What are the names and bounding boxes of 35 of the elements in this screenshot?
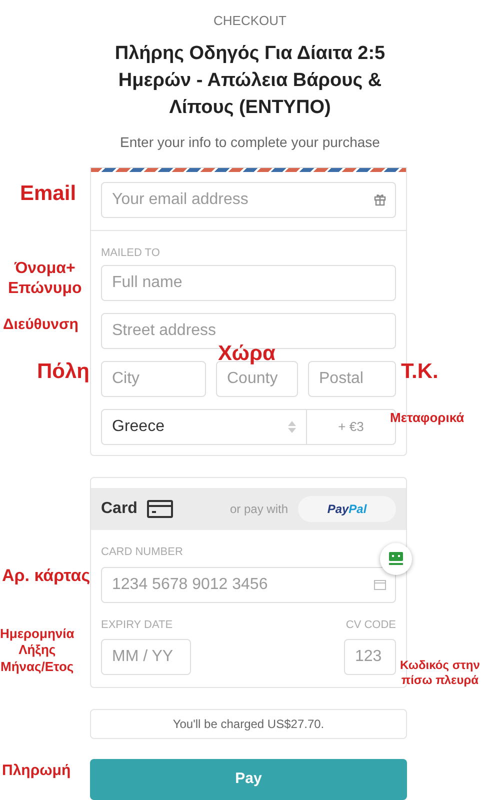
charge-note: You'll be charged US$27.70. <box>90 709 407 739</box>
gift-icon <box>374 193 386 206</box>
card-tab[interactable]: Card <box>101 497 174 521</box>
annotation-label: Πληρωμή <box>2 762 71 781</box>
annotation-label: Κωδικός στην πίσω πλευρά <box>400 658 480 688</box>
email-field[interactable]: Your email address <box>101 182 396 218</box>
card-number-label: CARD NUMBER <box>101 545 184 560</box>
city-field[interactable]: City <box>101 361 206 397</box>
annotation-label: Μεταφορικά <box>390 410 464 426</box>
expiry-label: EXPIRY DATE <box>101 618 173 632</box>
annotation-label: Αρ. κάρτας <box>2 565 90 586</box>
annotation-label: Πόλη <box>37 359 90 385</box>
robot-icon <box>389 552 403 565</box>
product-title: Πλήρης Οδηγός Για Δίαιτα 2:5 Ημερών - Απώλεια Βάρους & Λίπους (ΕΝΤΥΠΟ) <box>114 42 386 120</box>
assistant-bubble[interactable] <box>380 542 412 574</box>
sort-icon <box>288 421 296 433</box>
annotation-label: Όνομα+ Επώνυμο <box>8 259 82 299</box>
credit-card-icon <box>147 500 174 518</box>
country-select[interactable]: Greece <box>102 410 307 444</box>
annotation-label: Ημερομηνία Λήξης Μήνας/Ετος <box>0 626 74 675</box>
postal-field[interactable]: Postal <box>308 361 396 397</box>
annotation-label: Email <box>20 181 76 207</box>
cvc-label: CV CODE <box>346 618 396 632</box>
checkout-label: CHECKOUT <box>214 12 286 30</box>
expiry-field[interactable]: MM / YY <box>101 639 191 675</box>
subtitle: Enter your info to complete your purchase <box>120 132 380 152</box>
card-icon <box>374 580 386 590</box>
card-number-field[interactable]: 1234 5678 9012 3456 <box>101 566 396 602</box>
annotation-label: Τ.Κ. <box>401 359 438 385</box>
pay-with-label: or pay with <box>230 501 288 518</box>
full-name-field[interactable]: Full name <box>101 265 396 301</box>
paypal-button[interactable]: PayPal <box>298 496 396 522</box>
section-label: MAILED TO <box>101 246 161 260</box>
cvc-field[interactable]: 123 <box>344 639 396 675</box>
annotation-label: Διεύθυνση <box>3 316 78 335</box>
